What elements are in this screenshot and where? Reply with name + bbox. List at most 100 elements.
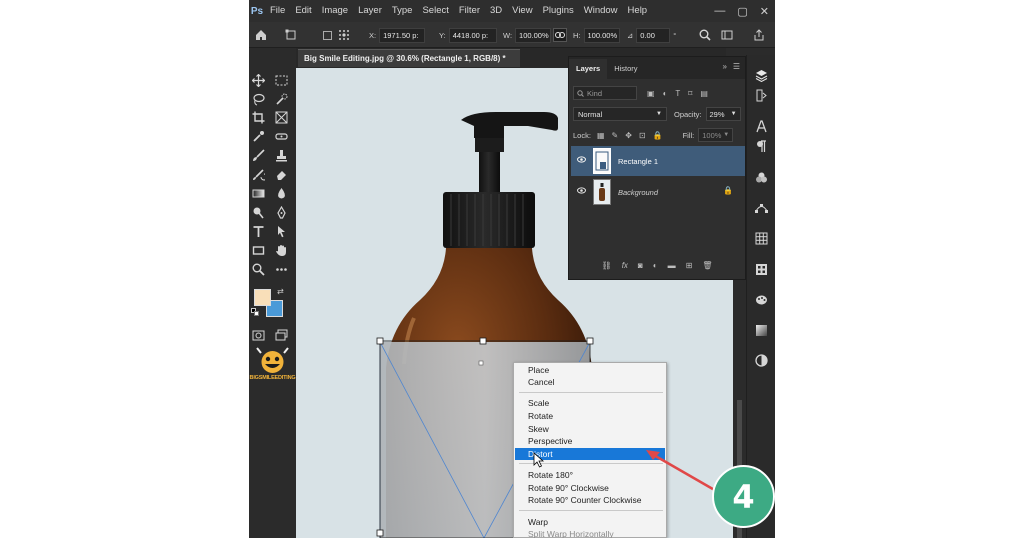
visibility-eye-icon[interactable] — [577, 187, 586, 194]
y-field[interactable]: 4418.00 p: — [448, 27, 497, 43]
opacity-field[interactable]: 29% ▼ — [705, 107, 741, 121]
kind-filter[interactable]: Kind — [573, 86, 637, 100]
menu-file[interactable]: File — [265, 0, 290, 22]
marquee-tool-icon[interactable] — [272, 71, 290, 89]
lock-transparent-icon[interactable]: ▦ — [597, 131, 605, 140]
clone-stamp-icon[interactable] — [272, 146, 290, 164]
zoom-tool-icon[interactable] — [249, 260, 267, 278]
document-tab[interactable]: Big Smile Editing.jpg @ 30.6% (Rectangle… — [298, 49, 520, 67]
layer-row-background[interactable]: Background 🔒 — [571, 177, 745, 207]
foreground-color-swatch[interactable] — [254, 289, 271, 306]
fill-field[interactable]: 100% ▼ — [698, 128, 734, 142]
default-colors-icon[interactable] — [251, 308, 259, 316]
share-icon[interactable] — [753, 22, 765, 48]
crop-tool-icon[interactable] — [249, 108, 267, 126]
history-brush-icon[interactable] — [249, 165, 267, 183]
menu-item-split-warp-horizontally[interactable]: Split Warp Horizontally — [515, 528, 665, 538]
maximize-icon[interactable]: ▢ — [737, 5, 747, 18]
reference-point-checkbox[interactable] — [323, 22, 332, 48]
menu-3d[interactable]: 3D — [485, 0, 507, 22]
adjustments-panel-icon[interactable] — [752, 290, 770, 308]
swatches-panel-icon[interactable] — [752, 229, 770, 247]
layer-row-rectangle-1[interactable]: Rectangle 1 — [571, 146, 745, 176]
lasso-tool-icon[interactable] — [249, 90, 267, 108]
eraser-tool-icon[interactable] — [272, 165, 290, 183]
blend-mode-select[interactable]: Normal ▼ — [573, 107, 667, 121]
panel-menu-icon[interactable]: ☰ — [733, 62, 740, 71]
menu-plugins[interactable]: Plugins — [538, 0, 579, 22]
add-mask-icon[interactable]: ◙ — [638, 261, 643, 275]
menu-select[interactable]: Select — [417, 0, 453, 22]
paths-panel-icon[interactable] — [752, 198, 770, 216]
menu-item-cancel[interactable]: Cancel — [515, 376, 665, 388]
w-field[interactable]: 100.00% — [515, 27, 552, 43]
home-icon[interactable] — [255, 22, 267, 48]
healing-brush-icon[interactable] — [272, 127, 290, 145]
menu-item-place[interactable]: Place — [515, 364, 665, 376]
x-field[interactable]: 1971.50 p: — [379, 27, 426, 43]
lock-position-icon[interactable]: ✥ — [625, 131, 632, 140]
dodge-tool-icon[interactable] — [249, 203, 267, 221]
menu-help[interactable]: Help — [623, 0, 653, 22]
gradient-tool-icon[interactable] — [249, 184, 267, 202]
paragraph-panel-icon[interactable] — [752, 137, 770, 155]
screen-mode-icon[interactable] — [272, 326, 290, 344]
character-panel-icon[interactable] — [752, 117, 770, 135]
menu-image[interactable]: Image — [317, 0, 353, 22]
adjustment-filter-icon[interactable]: ◐ — [663, 89, 668, 98]
new-layer-icon[interactable]: ⊞ — [686, 261, 693, 275]
lock-image-icon[interactable]: ✎ — [612, 131, 619, 140]
collapse-panel-icon[interactable]: » — [723, 62, 727, 71]
close-icon[interactable]: ✕ — [760, 5, 769, 18]
menu-layer[interactable]: Layer — [353, 0, 387, 22]
frame-tool-icon[interactable] — [272, 108, 290, 126]
menu-edit[interactable]: Edit — [290, 0, 316, 22]
gradients-panel-icon[interactable] — [752, 321, 770, 339]
eyedropper-icon[interactable] — [249, 127, 267, 145]
reference-point-icon[interactable] — [338, 22, 350, 48]
lock-artboard-icon[interactable]: ⊡ — [639, 131, 646, 140]
menu-window[interactable]: Window — [579, 0, 623, 22]
type-tool-icon[interactable] — [249, 222, 267, 240]
search-icon[interactable] — [699, 22, 711, 48]
properties-panel-icon[interactable] — [752, 351, 770, 369]
color-panel-icon[interactable] — [752, 168, 770, 186]
layer-style-icon[interactable]: fx — [622, 261, 628, 275]
history-panel-icon[interactable] — [752, 86, 770, 104]
tab-history[interactable]: History — [607, 59, 644, 79]
blur-tool-icon[interactable] — [272, 184, 290, 202]
layers-panel-icon[interactable] — [752, 66, 770, 84]
hand-tool-icon[interactable] — [272, 241, 290, 259]
menu-item-scale[interactable]: Scale — [515, 397, 665, 409]
h-field[interactable]: 100.00% — [583, 27, 620, 43]
workspace-icon[interactable] — [721, 22, 733, 48]
brush-tool-icon[interactable] — [249, 146, 267, 164]
adjustment-layer-icon[interactable]: ◐ — [653, 261, 658, 275]
lock-all-icon[interactable]: 🔒 — [653, 131, 663, 140]
smart-object-filter-icon[interactable]: ▤ — [700, 89, 708, 98]
path-selection-icon[interactable] — [272, 222, 290, 240]
tab-layers[interactable]: Layers — [569, 59, 608, 79]
move-tool-icon[interactable] — [249, 71, 267, 89]
swap-colors-icon[interactable]: ⇄ — [277, 287, 284, 296]
patterns-panel-icon[interactable] — [752, 260, 770, 278]
transform-tool-icon[interactable] — [285, 22, 297, 48]
rectangle-tool-icon[interactable] — [249, 241, 267, 259]
quick-mask-icon[interactable] — [249, 326, 267, 344]
link-layers-icon[interactable]: ⛓ — [602, 261, 612, 275]
link-icon[interactable] — [553, 22, 567, 48]
menu-filter[interactable]: Filter — [454, 0, 485, 22]
new-group-icon[interactable]: ▬ — [668, 261, 676, 275]
menu-item-warp[interactable]: Warp — [515, 516, 665, 528]
quick-selection-icon[interactable] — [272, 90, 290, 108]
more-tools-icon[interactable] — [272, 260, 290, 278]
visibility-eye-icon[interactable] — [577, 156, 586, 163]
menu-item-skew[interactable]: Skew — [515, 423, 665, 435]
delete-layer-icon[interactable]: 🗑 — [702, 261, 712, 275]
type-filter-icon[interactable]: T — [675, 89, 680, 98]
minimize-icon[interactable]: — — [714, 5, 725, 17]
menu-type[interactable]: Type — [387, 0, 418, 22]
pen-tool-icon[interactable] — [272, 203, 290, 221]
menu-item-rotate[interactable]: Rotate — [515, 410, 665, 422]
menu-view[interactable]: View — [507, 0, 537, 22]
